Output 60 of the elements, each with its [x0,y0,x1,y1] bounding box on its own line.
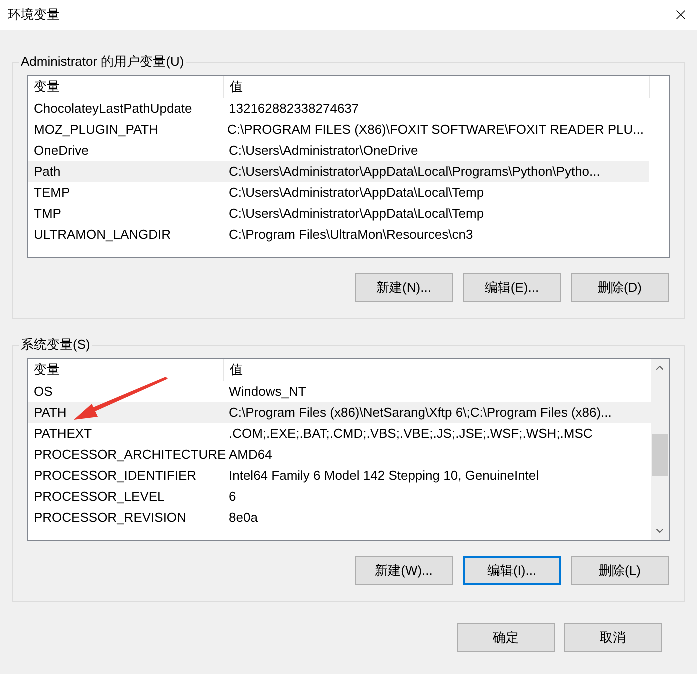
variable-row[interactable]: TEMP C:\Users\Administrator\AppData\Local\Temp [28,182,649,203]
variable-value: 8e0a [228,508,259,527]
variable-row[interactable]: PROCESSOR_LEVEL 6 [28,486,651,507]
dialog-button[interactable]: 删除(D) [571,273,669,302]
variable-value: C:\PROGRAM FILES (X86)\FOXIT SOFTWARE\FOXIT READER PLU... [226,120,645,139]
variable-row[interactable]: Path C:\Users\Administrator\AppData\Local\Programs\Python\Pytho... [28,161,649,182]
variable-row[interactable]: MOZ_PLUGIN_PATH C:\PROGRAM FILES (X86)\FOXIT SOFTWARE\FOXIT READER PLU... [28,119,649,140]
scrollbar[interactable] [651,359,669,540]
variable-value: C:\Program Files\UltraMon\Resources\cn3 [228,226,474,244]
dialog-button[interactable]: 编辑(E)... [463,273,561,302]
variable-value: 6 [228,488,238,506]
variable-name: PROCESSOR_LEVEL [33,488,166,506]
variable-value: C:\Users\Administrator\AppData\Local\Temp [228,204,486,223]
variable-row[interactable]: PROCESSOR_IDENTIFIER Intel64 Family 6 Model 142 Stepping 10, GenuineIntel [28,465,651,486]
column-header[interactable]: 值 [224,359,651,381]
dialog-button[interactable]: 编辑(I)... [463,556,561,585]
variable-name: TEMP [33,184,72,202]
variable-list[interactable] [27,358,670,541]
variable-row[interactable]: ChocolateyLastPathUpdate 132162882338274637 [28,98,649,119]
variable-name: PATHEXT [33,424,94,443]
variable-row[interactable]: PROCESSOR_REVISION 8e0a [28,507,651,528]
variable-list[interactable] [27,75,670,258]
variable-row[interactable]: PATH C:\Program Files (x86)\NetSarang\Xftp 6\;C:\Program Files (x86)... [28,402,651,423]
variable-name: ChocolateyLastPathUpdate [33,100,194,118]
variable-value: C:\Users\Administrator\OneDrive [228,142,420,160]
dialog-button[interactable]: 确定 [457,623,555,652]
group-label: 系统变量(S) [19,336,92,354]
column-header[interactable]: 值 [224,76,649,98]
variable-name: PROCESSOR_IDENTIFIER [33,466,198,485]
group-label: Administrator 的用户变量(U) [19,53,186,71]
variable-value: Windows_NT [228,382,308,401]
dialog-button[interactable]: 新建(W)... [355,556,453,585]
variable-name: PROCESSOR_REVISION [33,508,188,527]
scroll-thumb[interactable] [652,434,668,476]
variable-row[interactable]: OS Windows_NT [28,381,651,402]
variable-value: Intel64 Family 6 Model 142 Stepping 10, GenuineIntel [228,466,540,485]
variable-name: OneDrive [33,142,90,160]
variable-row[interactable]: ULTRAMON_LANGDIR C:\Program Files\UltraMon\Resources\cn3 [28,224,649,245]
window-title: 环境变量 [8,6,60,24]
column-header[interactable]: 变量 [28,76,224,98]
dialog-button[interactable]: 取消 [564,623,662,652]
variable-name: PATH [33,404,68,422]
variable-name: PROCESSOR_ARCHITECTURE [33,446,224,464]
variable-value: C:\Program Files (x86)\NetSarang\Xftp 6\;C:\Program Files (x86)... [228,404,613,422]
variable-name: TMP [33,204,62,223]
variable-name: ULTRAMON_LANGDIR [33,226,172,244]
variable-value: C:\Users\Administrator\AppData\Local\Temp [228,184,486,202]
variable-value: AMD64 [228,446,274,464]
variable-row[interactable]: PROCESSOR_ARCHITECTURE AMD64 [28,444,651,465]
dialog-button[interactable]: 删除(L) [571,556,669,585]
dialog-button[interactable]: 新建(N)... [355,273,453,302]
variable-name: OS [33,382,54,401]
variable-row[interactable]: TMP C:\Users\Administrator\AppData\Local\Temp [28,203,649,224]
variable-value: C:\Users\Administrator\AppData\Local\Programs\Python\Pytho... [228,162,602,181]
variable-row[interactable]: OneDrive C:\Users\Administrator\OneDrive [28,140,649,161]
variable-value: .COM;.EXE;.BAT;.CMD;.VBS;.VBE;.JS;.JSE;.WSF;.WSH;.MSC [228,424,594,443]
variable-name: Path [33,162,62,181]
variable-row[interactable]: PATHEXT .COM;.EXE;.BAT;.CMD;.VBS;.VBE;.JS;.JSE;.WSF;.WSH;.MSC [28,423,651,444]
variable-name: MOZ_PLUGIN_PATH [33,120,160,139]
variable-value: 132162882338274637 [228,100,360,118]
